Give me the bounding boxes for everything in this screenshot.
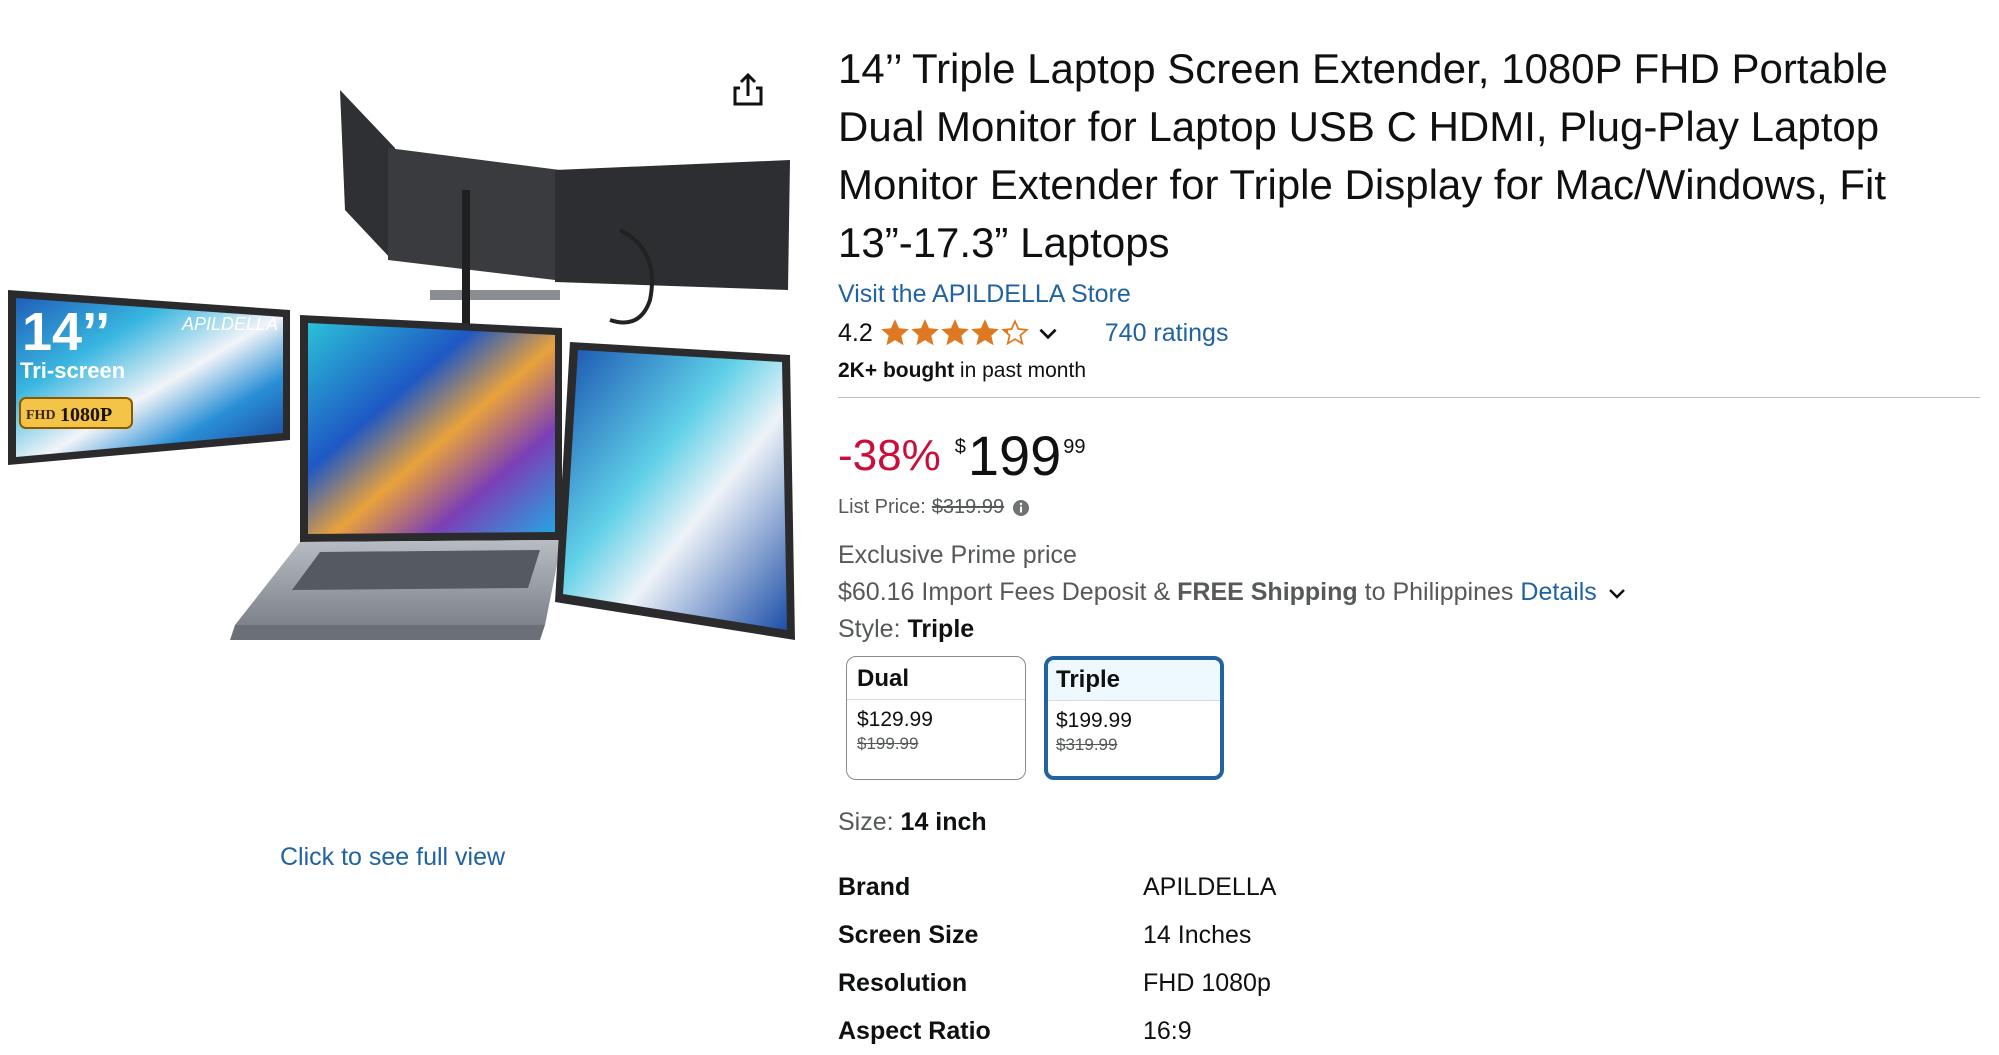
size-label: Size: 14 inch [838, 808, 1978, 837]
spec-key: Aspect Ratio [838, 1016, 991, 1045]
style-option-list-price: $319.99 [1056, 735, 1118, 754]
svg-text:1080P: 1080P [60, 404, 112, 426]
price-fraction: 99 [1063, 436, 1086, 458]
store-link[interactable]: Visit the APILDELLA Store [838, 280, 1978, 309]
star-full-icon [910, 319, 939, 346]
spec-value: 14 Inches [1143, 920, 1252, 949]
style-label: Style: Triple [838, 615, 1978, 644]
list-price: List Price: $319.99 [838, 496, 1978, 519]
star-full-icon [970, 319, 999, 346]
shipping-destination: to Philippines [1364, 578, 1514, 606]
shipping-details-link[interactable]: Details [1520, 578, 1596, 607]
style-option-name: Triple [1048, 660, 1220, 701]
spec-table: Brand APILDELLA Screen Size 14 Inches Re… [838, 863, 1276, 1055]
spec-key: Resolution [838, 968, 968, 997]
spec-row: Screen Size 14 Inches [838, 911, 1276, 959]
list-price-value: $319.99 [931, 496, 1005, 518]
spec-row: Brand APILDELLA [838, 863, 1276, 911]
price-block: -38% $ 199 99 [838, 428, 1978, 488]
star-full-icon [940, 319, 969, 346]
right-screen [555, 342, 795, 640]
divider [838, 397, 1980, 398]
share-icon[interactable] [726, 68, 770, 112]
bought-period: in past month [959, 359, 1086, 382]
ratings-count-link[interactable]: 740 ratings [1105, 319, 1229, 348]
info-icon[interactable] [1012, 499, 1030, 517]
style-label-text: Style: [838, 615, 901, 643]
star-full-icon [880, 319, 909, 346]
star-half-icon [1000, 319, 1029, 346]
spec-value: APILDELLA [1143, 872, 1277, 901]
left-screen: 14’’ APILDELLA Tri-screen FHD 1080P [8, 290, 290, 465]
style-option-price: $199.99 [1056, 709, 1132, 732]
price-currency: $ [954, 436, 966, 458]
svg-text:14’’: 14’’ [22, 302, 110, 362]
back-view-device [340, 90, 790, 350]
spec-key: Screen Size [838, 920, 979, 949]
discount-percent: -38% [838, 431, 941, 480]
list-price-label: List Price: [838, 496, 926, 518]
style-option-dual[interactable]: Dual $129.99 $199.99 [846, 656, 1026, 780]
svg-text:APILDELLA: APILDELLA [181, 314, 278, 334]
bought-info: 2K+ bought in past month [838, 359, 1978, 383]
spec-value: 16:9 [1143, 1016, 1192, 1045]
svg-text:Tri-screen: Tri-screen [20, 358, 125, 383]
price-whole: 199 [967, 424, 1062, 487]
spec-row: Resolution FHD 1080p [838, 959, 1276, 1007]
star-rating[interactable] [880, 319, 1029, 347]
style-option-list-price: $199.99 [857, 734, 919, 753]
chevron-down-icon[interactable] [1605, 581, 1629, 605]
bought-count: 2K+ bought [838, 359, 955, 382]
import-fee: $60.16 Import Fees Deposit & [838, 578, 1171, 606]
style-options: Dual $129.99 $199.99 Triple $199.99 $319… [846, 656, 1978, 780]
shipping-info: $60.16 Import Fees Deposit & FREE Shippi… [838, 578, 1978, 607]
chevron-down-icon[interactable] [1035, 320, 1061, 346]
free-shipping: FREE Shipping [1177, 578, 1358, 606]
size-value: 14 inch [900, 808, 987, 836]
spec-value: FHD 1080p [1143, 968, 1271, 997]
style-option-triple[interactable]: Triple $199.99 $319.99 [1044, 656, 1224, 780]
size-label-text: Size: [838, 808, 894, 836]
style-option-price: $129.99 [857, 708, 933, 731]
prime-price-label: Exclusive Prime price [838, 541, 1077, 569]
svg-text:FHD: FHD [26, 408, 56, 423]
product-title: 14’’ Triple Laptop Screen Extender, 1080… [838, 45, 1888, 266]
style-option-name: Dual [847, 657, 1025, 700]
product-details: 14’’ Triple Laptop Screen Extender, 1080… [838, 40, 1980, 1055]
rating-row: 4.2 740 ratings [838, 313, 1978, 353]
rating-value: 4.2 [838, 318, 873, 347]
full-view-link[interactable]: Click to see full view [280, 843, 505, 872]
product-image[interactable]: 14’’ APILDELLA Tri-screen FHD 1080P [0, 60, 800, 790]
style-selected: Triple [907, 615, 975, 643]
spec-key: Brand [838, 872, 911, 901]
spec-row: Aspect Ratio 16:9 [838, 1007, 1276, 1055]
image-pane: 14’’ APILDELLA Tri-screen FHD 1080P Clic… [0, 0, 800, 1032]
